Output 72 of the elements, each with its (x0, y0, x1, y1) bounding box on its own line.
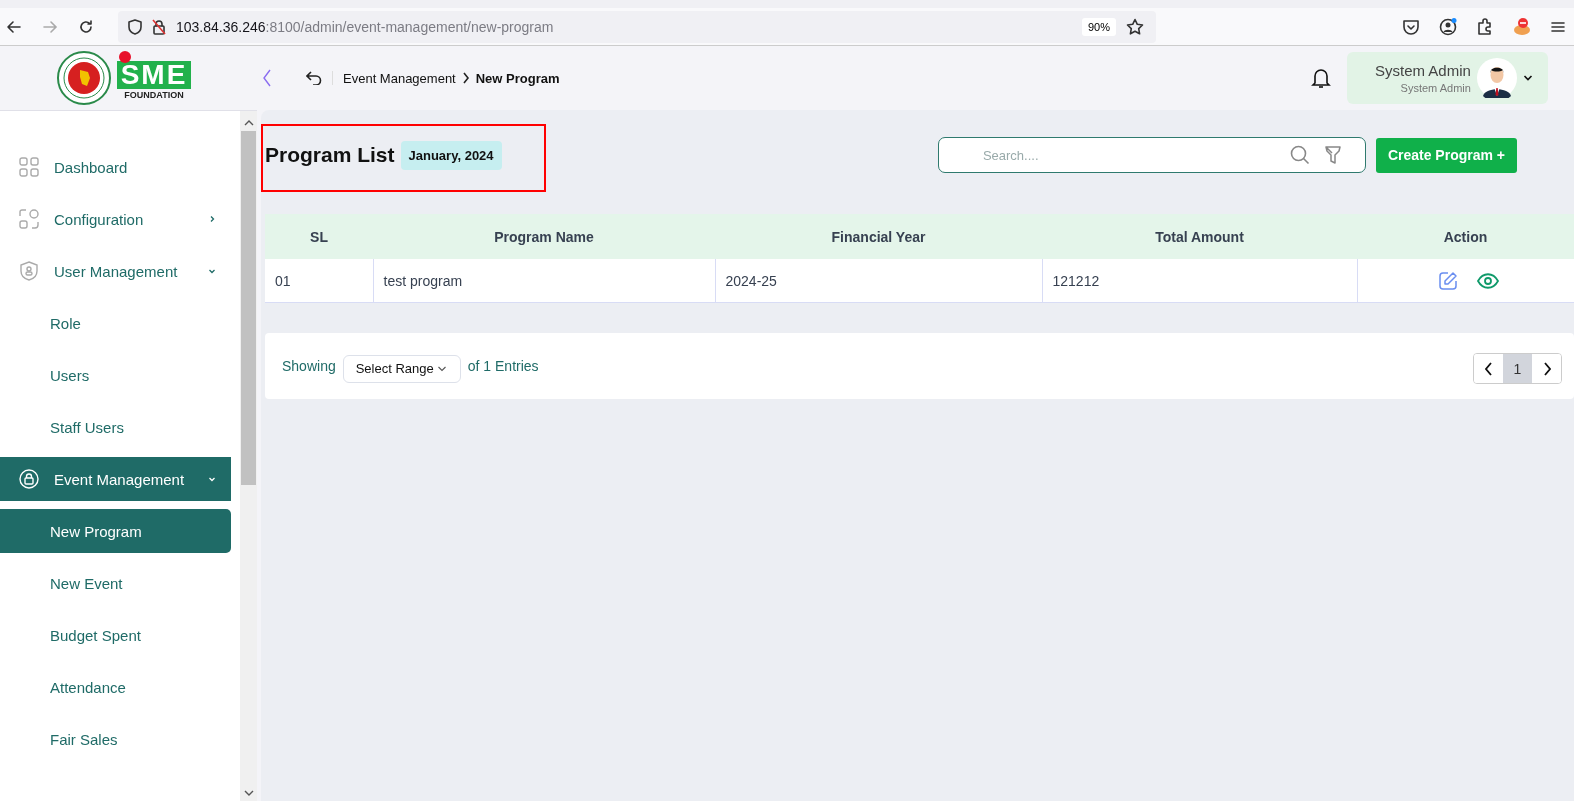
lock-circle-icon (19, 469, 39, 489)
entries-label: of 1 Entries (467, 358, 539, 374)
chevron-left-icon (1484, 361, 1493, 376)
showing-label: Showing (282, 358, 336, 374)
sidebar-item[interactable]: Event Management (0, 457, 231, 501)
range-select[interactable]: Select Range (342, 354, 461, 383)
sidebar-subitem[interactable]: Users (0, 353, 231, 397)
sidebar-subitem[interactable]: Fair Sales (0, 717, 231, 761)
sidebar-item[interactable]: Configuration (0, 197, 231, 241)
search-icon[interactable] (1289, 145, 1310, 165)
search-field[interactable]: Search.... (937, 137, 1366, 173)
pocket-icon[interactable] (1402, 17, 1420, 36)
star-icon[interactable] (1126, 17, 1144, 36)
breadcrumb-link[interactable]: Event Management (343, 70, 456, 86)
sidebar-subitem[interactable]: New Program (0, 509, 231, 553)
sidebar-subitem[interactable]: New Event (0, 561, 231, 605)
chevron-down-icon (208, 475, 216, 483)
column-header: Financial Year (715, 214, 1042, 259)
filter-icon[interactable] (1323, 145, 1342, 165)
grid-icon (19, 157, 39, 177)
logo-subtitle: FOUNDATION (124, 89, 184, 100)
address-bar[interactable]: 103.84.36.246:8100/admin/event-management/new-program 90% (118, 10, 1156, 43)
scrollbar[interactable] (240, 111, 257, 801)
extension-icon[interactable] (1512, 16, 1532, 37)
emblem-icon (56, 50, 112, 106)
eye-icon[interactable] (1476, 272, 1499, 289)
url-text: 103.84.36.246:8100/admin/event-management/new-program (176, 18, 554, 35)
lock-icon (152, 18, 166, 35)
shapes-icon (19, 209, 39, 229)
page-number-button[interactable]: 1 (1503, 354, 1532, 383)
table-cell: 121212 (1042, 259, 1357, 303)
sidebar-subitem[interactable]: Budget Spent (0, 613, 231, 657)
column-header: Program Name (373, 214, 715, 259)
table-cell: test program (373, 259, 715, 303)
chevron-down-icon (436, 364, 447, 373)
bell-icon[interactable] (1311, 67, 1331, 89)
account-icon[interactable] (1438, 16, 1458, 37)
column-header: SL (265, 214, 373, 259)
table-cell: 2024-25 (715, 259, 1042, 303)
sidebar-subitem[interactable]: Staff Users (0, 405, 231, 449)
user-role: System Admin (1400, 82, 1471, 94)
column-header: Action (1357, 214, 1574, 259)
user-menu[interactable]: System Admin System Admin (1347, 52, 1548, 104)
table-cell: 01 (265, 259, 373, 303)
collapse-icon[interactable] (262, 69, 272, 87)
column-header: Total Amount (1042, 214, 1357, 259)
scroll-up-icon[interactable] (243, 119, 254, 127)
avatar-icon (1476, 58, 1517, 98)
period-badge: January, 2024 (400, 140, 502, 170)
reload-icon[interactable] (78, 18, 94, 35)
shield-icon (128, 18, 142, 35)
sidebar-subitem[interactable]: Role (0, 301, 231, 345)
chevron-down-icon (208, 267, 216, 275)
scrollbar-thumb[interactable] (241, 131, 256, 485)
sidebar-item[interactable]: User Management (0, 249, 231, 293)
shield-user-icon (19, 261, 39, 281)
puzzle-piece-icon[interactable] (1476, 17, 1494, 36)
back-arrow-icon[interactable] (6, 18, 22, 35)
page-title: Program List (265, 143, 395, 167)
edit-icon[interactable] (1437, 270, 1458, 291)
chevron-right-icon (208, 215, 216, 223)
sidebar-item[interactable]: Dashboard (0, 145, 231, 189)
logo-wordmark: SME (116, 60, 192, 89)
zoom-level[interactable]: 90% (1081, 17, 1116, 36)
chevron-right-icon (461, 72, 470, 84)
chevron-right-icon (1542, 361, 1551, 376)
undo-icon[interactable] (306, 71, 333, 85)
dot-icon (119, 50, 131, 63)
chevron-down-icon (1522, 74, 1533, 82)
user-name: System Admin (1375, 62, 1471, 79)
scroll-down-icon[interactable] (243, 789, 254, 797)
sidebar-subitem[interactable]: Attendance (0, 665, 231, 709)
